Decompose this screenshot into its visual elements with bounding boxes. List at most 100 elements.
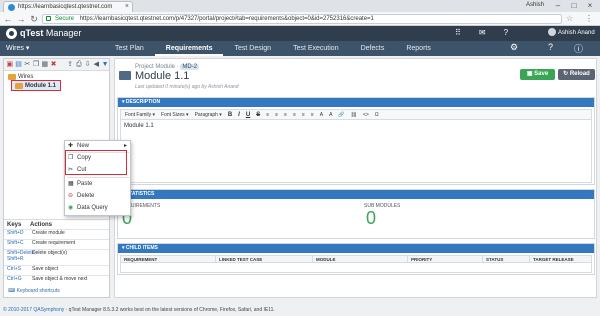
col-linked-test-case[interactable]: LINKED TEST CASE — [216, 256, 313, 262]
unlink-icon[interactable]: ⛓ — [351, 112, 357, 118]
add-module-icon[interactable]: ▣ — [6, 60, 14, 69]
shortcut-action: Delete object(s) — [32, 250, 68, 256]
description-editor[interactable]: Module 1.1 — [120, 120, 592, 183]
reload-button[interactable]: ↻ Reload — [558, 69, 595, 80]
gear-icon[interactable]: ⚙ — [510, 42, 518, 53]
special-char-icon[interactable]: Ω — [375, 112, 379, 118]
module-tabs: Test Plan Requirements Test Design Test Exe… — [104, 41, 442, 56]
last-updated-text: Last updated 0 minute(s) ago by Ashish A… — [135, 84, 239, 90]
description-header[interactable]: ▾ DESCRIPTION — [118, 98, 594, 107]
statistics-section: ▾ STATISTICS REQUIREMENTS 0 SUB MODULES … — [117, 189, 595, 239]
tab-test-design[interactable]: Test Design — [223, 41, 282, 56]
keys-column-header: Keys — [7, 222, 22, 228]
address-bar-row: ← → ↻ Secure https://learnbasicqtest.qte… — [0, 12, 600, 26]
save-button[interactable]: ▣ Save — [520, 69, 555, 80]
import-icon[interactable]: ⇪ — [66, 60, 74, 69]
lock-icon — [46, 16, 51, 21]
menu-item-paste[interactable]: ▦ Paste — [65, 179, 130, 190]
menu-item-delete[interactable]: ⊖ Delete — [65, 191, 130, 202]
module-nav: Wires ▾ Test Plan Requirements Test Design… — [0, 41, 600, 56]
col-status[interactable]: STATUS — [483, 256, 530, 262]
question-icon[interactable]: ? — [548, 42, 553, 52]
col-target-release[interactable]: TARGET RELEASE — [530, 256, 591, 262]
menu-icon[interactable]: ⋮ — [585, 14, 593, 23]
print-icon[interactable]: ⎙ — [75, 60, 83, 69]
help-icon[interactable]: ? — [504, 28, 508, 37]
child-items-header[interactable]: ▾ CHILD ITEMS — [118, 244, 594, 253]
tab-test-plan[interactable]: Test Plan — [104, 41, 155, 56]
shortcut-action: Save object & move next — [32, 276, 88, 282]
module-title[interactable]: Module 1.1 — [135, 70, 189, 82]
notification-icon[interactable]: ✉ — [479, 28, 486, 37]
align-left-icon[interactable]: ≡ — [266, 112, 269, 118]
paragraph-dropdown[interactable]: Paragraph — [195, 112, 222, 118]
browser-user[interactable]: Ashish — [520, 0, 550, 12]
tree-toolbar: ▣ ▤ ✂ ❐ ▦ ✖ ⇪ ⎙ ⇩ ◀ ▼ — [4, 59, 109, 71]
module-detail-panel: Project Module · MD-2 Module 1.1 Last up… — [114, 58, 597, 298]
maximize-icon[interactable]: □ — [566, 0, 582, 12]
browser-tab[interactable]: https://learnbasicqtest.qtestnet.com × — [3, 1, 133, 12]
bold-icon[interactable]: B — [228, 112, 232, 118]
col-module[interactable]: MODULE — [313, 256, 408, 262]
tab-reports[interactable]: Reports — [395, 41, 442, 56]
font-family-dropdown[interactable]: Font Family — [125, 112, 155, 118]
user-menu[interactable]: Ashish Anand — [548, 28, 595, 39]
justify-icon[interactable]: ≡ — [293, 112, 296, 118]
delete-icon[interactable]: ✖ — [50, 60, 58, 69]
paste-icon[interactable]: ▦ — [41, 60, 49, 69]
url-text: https://learnbasicqtest.qtestnet.com/p/4… — [79, 16, 374, 22]
text-color-icon[interactable]: A — [320, 112, 323, 118]
collapse-icon[interactable]: ◀ — [92, 60, 100, 69]
apps-grid-icon[interactable]: ⠿ — [455, 28, 461, 37]
statistics-header[interactable]: ▾ STATISTICS — [118, 190, 594, 199]
align-right-icon[interactable]: ≡ — [284, 112, 287, 118]
tree-item-module[interactable]: Module 1.1 — [11, 80, 61, 91]
url-input[interactable]: Secure https://learnbasicqtest.qtestnet.… — [42, 14, 562, 24]
export-icon[interactable]: ⇩ — [84, 60, 92, 69]
editor-toolbar: Font Family Font Sizes Paragraph B I U S… — [120, 109, 592, 120]
shortcut-key: Ctrl+G — [7, 276, 22, 282]
project-selector[interactable]: Wires ▾ — [6, 41, 29, 56]
avatar — [548, 28, 556, 37]
forward-icon[interactable]: → — [16, 14, 26, 24]
strikethrough-icon[interactable]: S — [256, 112, 260, 118]
tab-test-execution[interactable]: Test Execution — [282, 41, 350, 56]
menu-item-data-query[interactable]: ◉ Data Query — [65, 203, 130, 214]
header-icons: ⠿ ✉ ? — [455, 28, 508, 37]
star-icon[interactable]: ☆ — [566, 14, 573, 23]
tab-defects[interactable]: Defects — [350, 41, 396, 56]
tab-requirements[interactable]: Requirements — [154, 41, 224, 56]
copy-icon[interactable]: ❐ — [32, 60, 40, 69]
font-sizes-dropdown[interactable]: Font Sizes — [161, 112, 189, 118]
source-code-icon[interactable]: <> — [363, 112, 369, 118]
shortcut-row: Shift+D Create module — [4, 229, 109, 239]
italic-icon[interactable]: I — [238, 112, 240, 118]
window-controls: Ashish – □ × — [520, 0, 598, 12]
link-icon[interactable]: 🔗 — [338, 112, 344, 118]
add-requirement-icon[interactable]: ▤ — [15, 60, 23, 69]
tab-close-icon[interactable]: × — [125, 2, 129, 12]
underline-icon[interactable]: U — [246, 112, 250, 118]
back-icon[interactable]: ← — [3, 14, 13, 24]
filter-icon[interactable]: ▼ — [101, 60, 109, 69]
keyboard-shortcuts-link[interactable]: ⌨ Keyboard shortcuts — [8, 288, 60, 294]
numbered-list-icon[interactable]: ≡ — [311, 112, 314, 118]
cut-icon[interactable]: ✂ — [23, 60, 31, 69]
info-icon[interactable]: ⓘ — [574, 42, 583, 55]
bullet-list-icon[interactable]: ≡ — [302, 112, 305, 118]
col-requirement[interactable]: REQUIREMENT — [121, 256, 216, 262]
align-center-icon[interactable]: ≡ — [275, 112, 278, 118]
close-window-icon[interactable]: × — [582, 0, 598, 12]
copyright-link[interactable]: © 2010-2017 QASymphony — [3, 307, 64, 313]
app-logo[interactable]: qTest Manager — [20, 28, 81, 38]
shortcut-action: Save object — [32, 266, 59, 272]
submodules-stat-value: 0 — [366, 208, 377, 228]
highlight-icon[interactable]: A — [329, 112, 332, 118]
reload-icon[interactable]: ↻ — [29, 14, 39, 24]
shortcut-key: Shift+Delete, Shift+R — [7, 250, 36, 262]
col-priority[interactable]: PRIORITY — [408, 256, 483, 262]
minimize-icon[interactable]: – — [550, 0, 566, 12]
shortcut-row: Shift+Delete, Shift+R Delete object(s) — [4, 249, 109, 265]
tree-item-label: Module 1.1 — [25, 82, 57, 89]
folder-icon — [15, 82, 23, 89]
